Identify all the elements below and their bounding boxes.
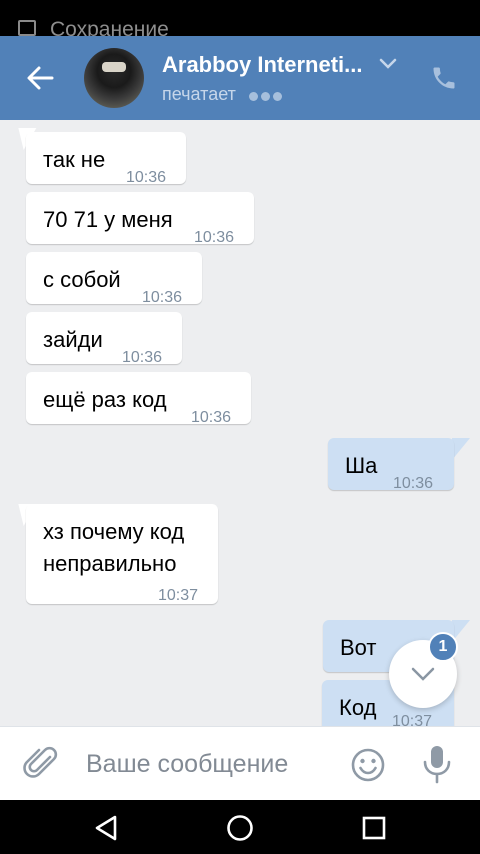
nav-back-button[interactable]	[86, 810, 126, 846]
image-notification-icon	[18, 20, 36, 36]
status-bar: Сохранение	[0, 0, 480, 36]
message-bubble-outgoing[interactable]: Ша 10:36	[328, 438, 454, 492]
message-input[interactable]	[86, 747, 326, 781]
unread-count-badge: 1	[428, 632, 458, 662]
message-time: 10:37	[158, 587, 199, 604]
chevron-down-icon[interactable]	[379, 58, 397, 70]
typing-label: печатает	[162, 84, 236, 104]
message-time: 10:36	[194, 229, 235, 246]
message-bubble-incoming[interactable]: ещё раз код 10:36	[26, 372, 251, 426]
message-time: 10:36	[122, 349, 163, 366]
emoji-button[interactable]	[350, 747, 386, 783]
message-time: 10:36	[191, 409, 232, 426]
message-bubble-incoming[interactable]: хз почему код неправильно 10:37	[26, 504, 218, 604]
notification-text: Сохранение	[50, 18, 169, 36]
message-bubble-incoming[interactable]: зайди 10:36	[26, 312, 182, 366]
message-bubble-incoming[interactable]: так не 10:36	[26, 132, 186, 186]
message-text: хз почему код	[43, 519, 185, 544]
message-text: ещё раз код	[43, 387, 167, 412]
message-bubble-incoming[interactable]: 70 71 у меня 10:36	[26, 192, 254, 246]
voice-message-button[interactable]	[420, 743, 454, 785]
message-text: Ша	[345, 453, 378, 478]
message-time: 10:37	[392, 713, 433, 726]
message-time: 10:36	[142, 289, 183, 306]
smiley-icon	[351, 748, 385, 782]
message-list[interactable]: так не 10:36 70 71 у меня 10:36 с собой …	[0, 120, 480, 726]
message-text: так не	[43, 147, 106, 172]
call-button[interactable]	[426, 60, 462, 96]
message-bubble-incoming[interactable]: с собой 10:36	[26, 252, 202, 306]
typing-dots-icon	[248, 85, 285, 106]
triangle-back-icon	[95, 815, 117, 841]
nav-home-button[interactable]	[220, 810, 260, 846]
circle-home-icon	[227, 815, 253, 841]
chat-header: Arabboy Interneti... печатает	[0, 36, 480, 120]
message-text: 70 71 у меня	[43, 207, 173, 232]
message-composer	[0, 726, 480, 800]
message-text: Код	[339, 695, 377, 720]
attach-button[interactable]	[22, 743, 62, 783]
paperclip-icon	[23, 746, 58, 778]
message-text: неправильно	[43, 551, 177, 576]
phone-icon	[433, 67, 455, 89]
message-text: зайди	[43, 327, 103, 352]
typing-status: печатает	[162, 84, 285, 106]
contact-avatar[interactable]	[84, 48, 144, 108]
bubble-tail	[452, 438, 470, 460]
microphone-icon	[423, 746, 451, 784]
arrow-left-icon	[27, 66, 54, 90]
message-text: Вот	[340, 635, 377, 660]
system-navigation-bar	[0, 800, 480, 854]
contact-name[interactable]: Arabboy Interneti...	[162, 52, 362, 78]
chevron-down-icon	[411, 667, 435, 681]
message-time: 10:36	[393, 475, 434, 492]
back-button[interactable]	[18, 58, 62, 98]
message-time: 10:36	[126, 169, 167, 186]
square-recents-icon	[362, 816, 386, 840]
message-text: с собой	[43, 267, 121, 292]
nav-recents-button[interactable]	[354, 810, 394, 846]
